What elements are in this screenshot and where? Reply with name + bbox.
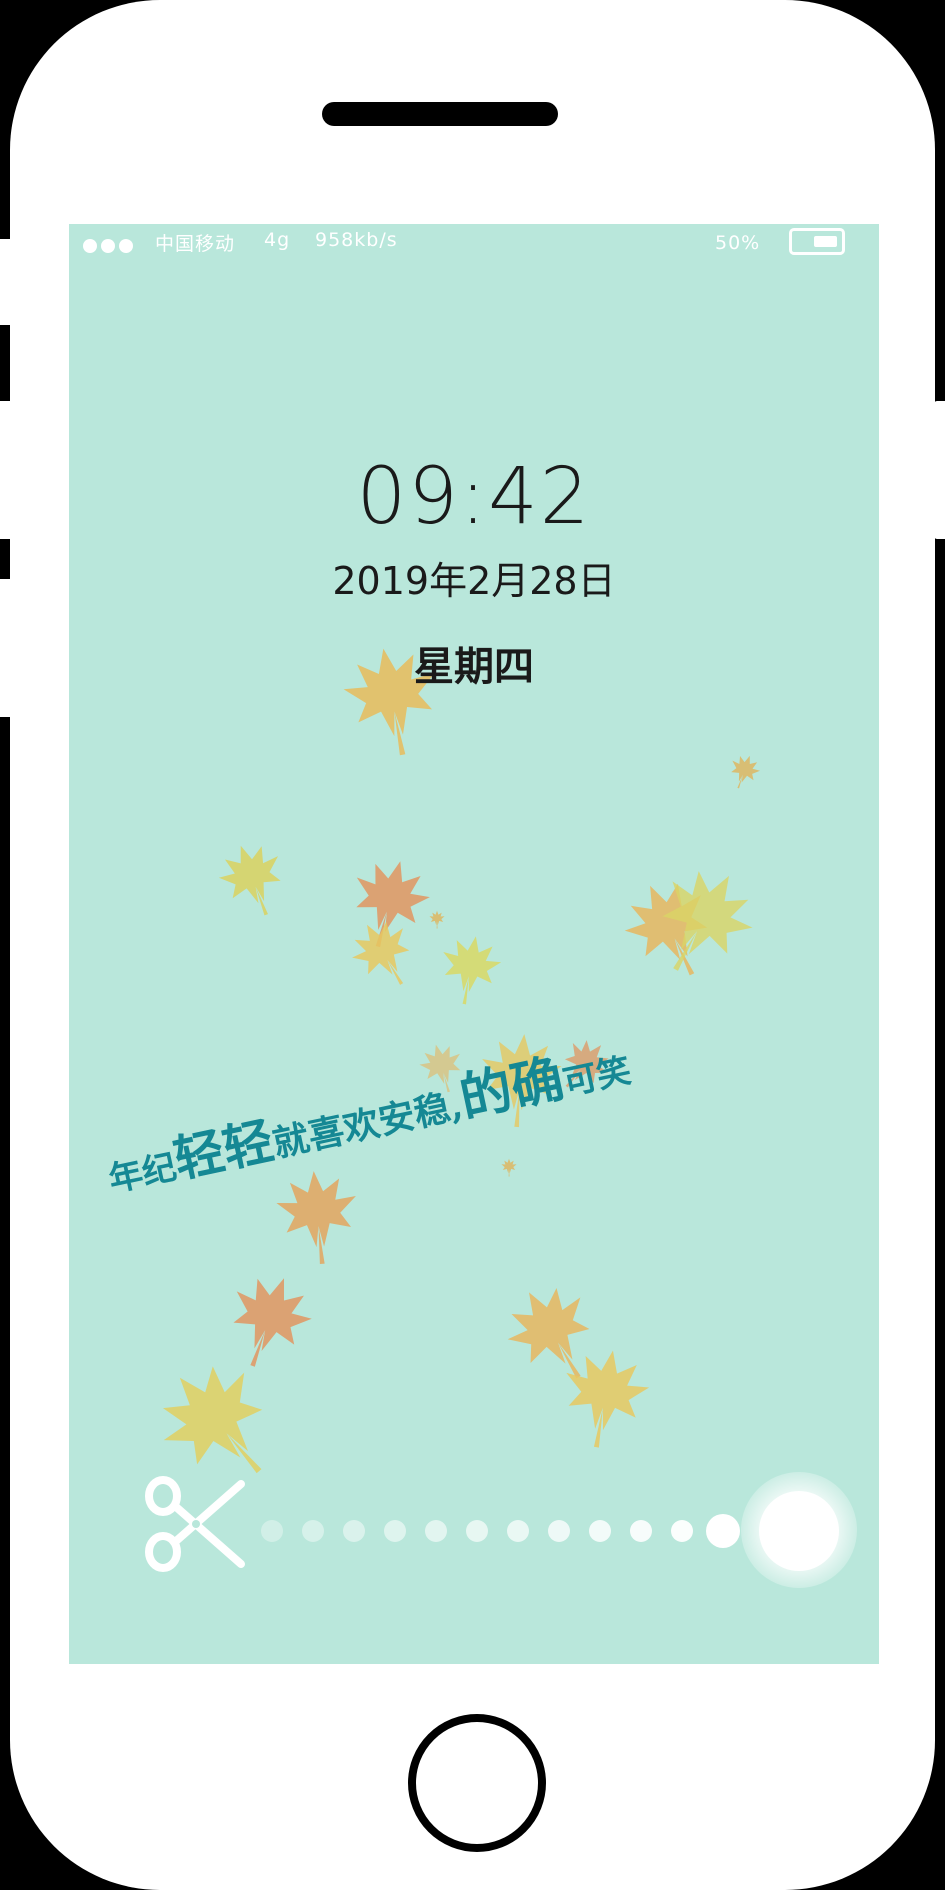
battery-icon: [789, 228, 845, 255]
leaf-shape: [501, 1158, 517, 1177]
signal-dot: [101, 239, 115, 253]
home-button[interactable]: [408, 1714, 546, 1852]
track-dot: [548, 1520, 570, 1542]
network-type: 4g: [264, 229, 291, 251]
track-dot: [343, 1520, 365, 1542]
scissors-icon: [145, 1476, 245, 1572]
falling-leaves-wallpaper: [139, 640, 770, 1506]
quote-part: 年纪: [105, 1147, 181, 1201]
track-dot: [671, 1520, 693, 1542]
track-dot: [425, 1520, 447, 1542]
leaf-shape: [434, 931, 505, 1010]
track-dot: [589, 1520, 611, 1542]
carrier-name: 中国移动: [155, 233, 236, 255]
quote-part: 就喜欢安稳,: [269, 1084, 467, 1166]
leaf-shape: [214, 1264, 322, 1380]
leaf-shape: [492, 1271, 615, 1399]
leaf-shape: [724, 750, 764, 794]
signal-dot: [119, 239, 133, 253]
leaf-shape: [211, 835, 296, 926]
quote-part: 轻轻: [168, 1110, 279, 1190]
track-dot: [302, 1520, 324, 1542]
track-dot: [507, 1520, 529, 1542]
track-dot: [261, 1520, 283, 1542]
leaf-shape: [273, 1167, 362, 1268]
battery-fill: [814, 236, 837, 247]
leaf-shape: [341, 910, 427, 999]
clock-time: 09:42: [356, 452, 592, 542]
battery-percent: 50%: [715, 232, 761, 254]
clock-weekday: 星期四: [414, 644, 534, 690]
leaf-shape: [612, 867, 730, 993]
quote-part: 的确: [454, 1047, 569, 1130]
wallpaper-quote: 年纪轻轻就喜欢安稳,的确可笑: [99, 1022, 636, 1206]
track-dot: [706, 1514, 740, 1548]
leaf-shape: [429, 910, 445, 929]
network-speed: 958kb/s: [315, 229, 398, 251]
leaf-shape: [340, 851, 437, 957]
status-bar: 中国移动 4g 958kb/s 50%: [69, 224, 879, 266]
track-dot: [466, 1520, 488, 1542]
leaf-shape: [635, 852, 770, 993]
quote-part: 可笑: [559, 1050, 635, 1104]
unlock-slider-knob[interactable]: [759, 1491, 839, 1571]
lock-screen: 中国移动 4g 958kb/s 50% 09:42 2019年2月28日 星期四: [69, 224, 879, 1664]
track-dot: [384, 1520, 406, 1542]
track-dot: [630, 1520, 652, 1542]
signal-dot: [83, 239, 97, 253]
clock-date: 2019年2月28日: [332, 559, 616, 603]
earpiece-speaker: [322, 102, 558, 126]
leaf-shape: [554, 1343, 655, 1455]
